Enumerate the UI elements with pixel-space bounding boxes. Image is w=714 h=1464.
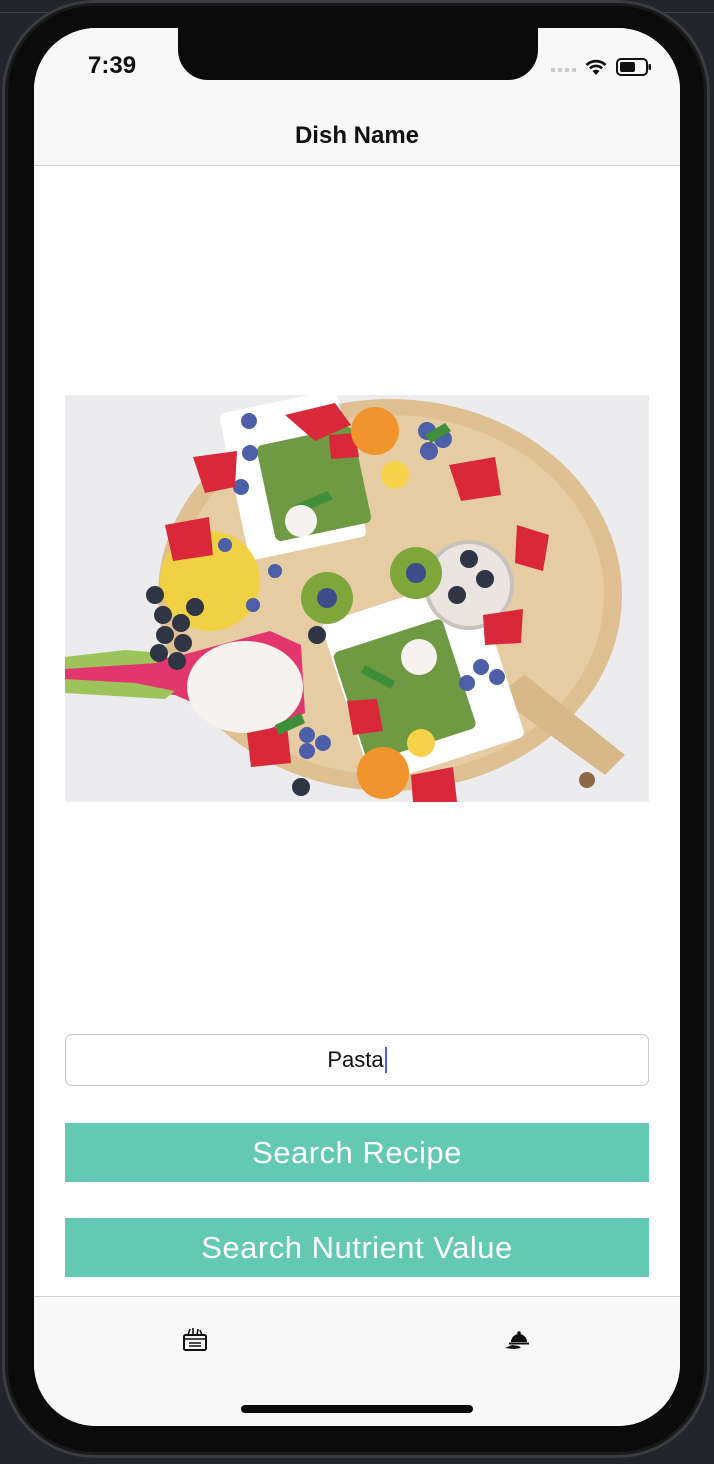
status-time: 7:39 xyxy=(88,52,137,79)
dish-name-input-value: Pasta xyxy=(327,1047,384,1072)
dish-name-input[interactable]: Pasta xyxy=(65,1034,649,1086)
tab-food-service[interactable] xyxy=(498,1321,538,1361)
status-icons xyxy=(551,58,652,81)
home-indicator xyxy=(241,1405,473,1413)
food-platter-image xyxy=(65,395,649,802)
food-service-cloche-icon xyxy=(503,1325,533,1358)
search-nutrient-value-button[interactable]: Search Nutrient Value xyxy=(65,1218,649,1277)
text-caret xyxy=(384,1047,387,1073)
phone-screen: 7:39 Dish Name Pasta Search Recipe Searc… xyxy=(34,28,680,1426)
tab-recipes[interactable] xyxy=(175,1321,215,1361)
search-recipe-button[interactable]: Search Recipe xyxy=(65,1123,649,1182)
wifi-icon xyxy=(584,58,608,81)
battery-icon xyxy=(616,58,652,81)
cellular-signal-icon xyxy=(551,67,576,72)
phone-frame: 7:39 Dish Name Pasta Search Recipe Searc… xyxy=(2,0,710,1458)
device-notch xyxy=(178,28,538,80)
page-title: Dish Name xyxy=(294,121,420,149)
recipe-box-icon xyxy=(181,1325,209,1358)
navigation-bar: Dish Name xyxy=(34,108,680,166)
main-content: Pasta Search Recipe Search Nutrient Valu… xyxy=(34,166,680,1296)
